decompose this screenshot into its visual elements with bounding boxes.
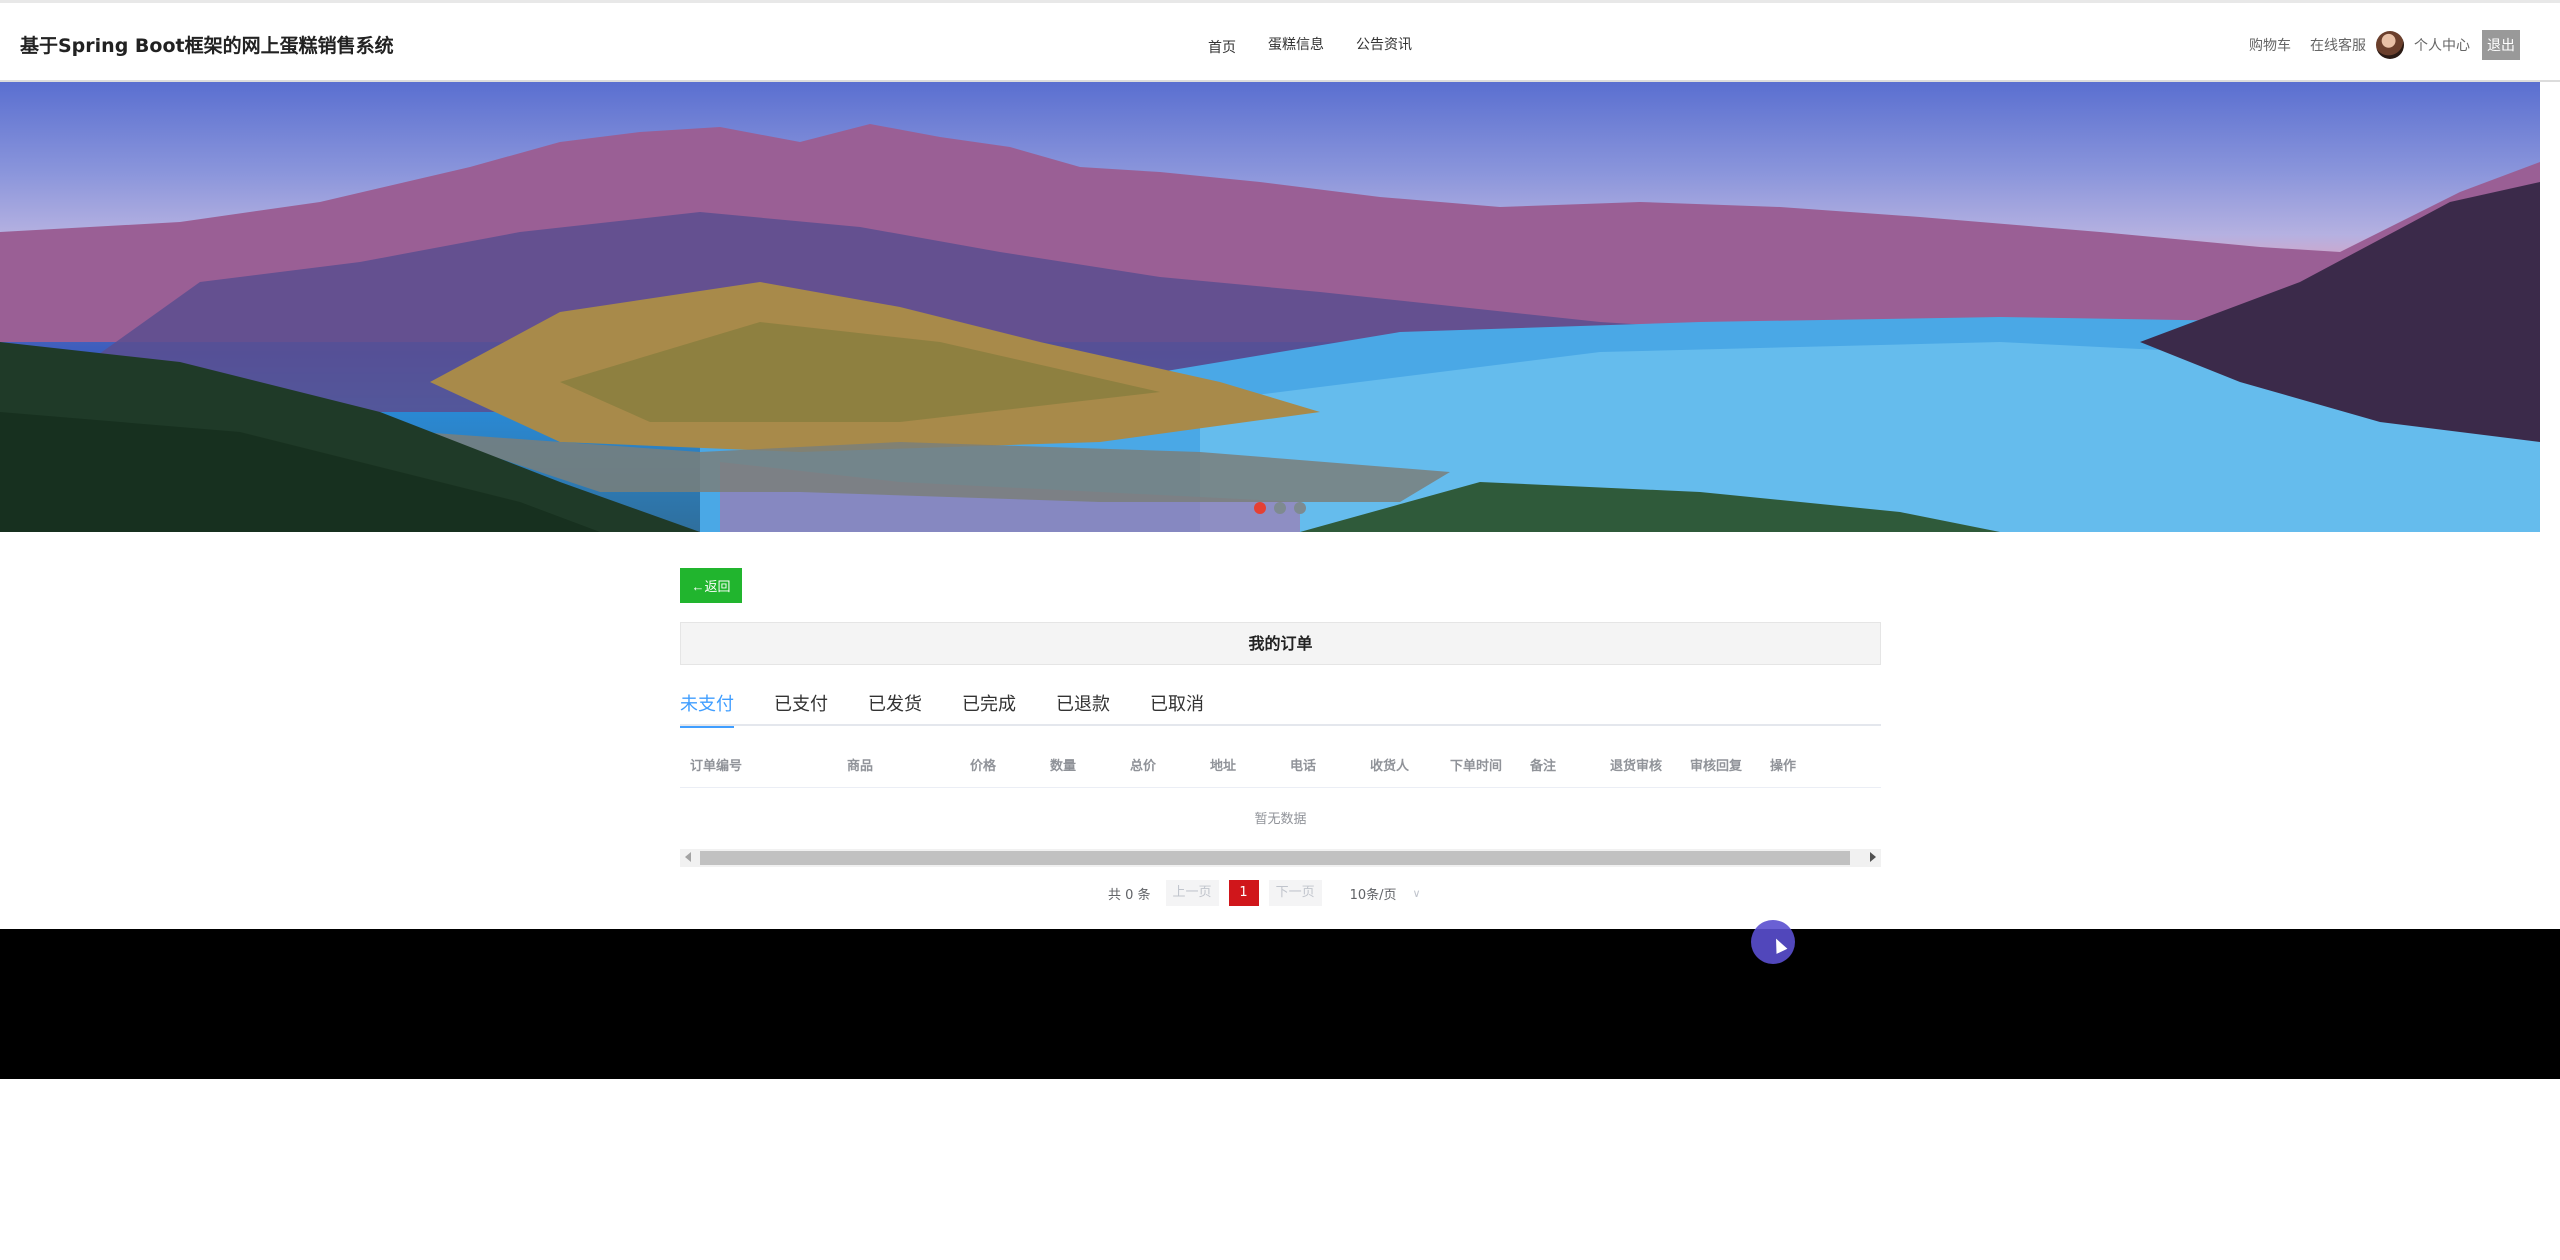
pagination-total: 共 0 条 [1108, 887, 1151, 903]
logout-button[interactable]: 退出 [2482, 30, 2520, 60]
table-horizontal-scrollbar[interactable] [680, 849, 1881, 867]
footer [0, 929, 2560, 1079]
prev-page-button[interactable]: 上一页 [1165, 880, 1219, 906]
site-title: 基于Spring Boot框架的网上蛋糕销售系统 [20, 35, 394, 57]
column-header-quantity: 数量 [1050, 759, 1077, 774]
user-nav: 购物车 在线客服 个人中心 退出 [2230, 30, 2520, 60]
page-size-select[interactable]: 10条/页 ∨ [1350, 884, 1421, 903]
page-size-value: 10条/页 [1349, 887, 1397, 903]
page-title: 我的订单 [680, 622, 1881, 665]
nav-cake-info[interactable]: 蛋糕信息 [1268, 34, 1324, 57]
tab-unpaid[interactable]: 未支付 [680, 690, 734, 728]
next-page-button[interactable]: 下一页 [1268, 880, 1322, 906]
main-nav: 首页 蛋糕信息 公告资讯 [1208, 34, 1444, 57]
tab-refunded[interactable]: 已退款 [1056, 690, 1110, 726]
column-header-receiver: 收货人 [1370, 759, 1410, 774]
column-header-return-review: 退货审核 [1610, 759, 1663, 774]
column-header-order-time: 下单时间 [1450, 759, 1503, 774]
back-button[interactable]: ←返回 [680, 568, 742, 603]
banner-carousel[interactable] [0, 82, 2540, 532]
nav-home[interactable]: 首页 [1208, 37, 1236, 57]
column-header-actions: 操作 [1770, 759, 1797, 774]
column-header-address: 地址 [1210, 759, 1237, 774]
tab-completed[interactable]: 已完成 [962, 690, 1016, 726]
top-navbar: 基于Spring Boot框架的网上蛋糕销售系统 首页 蛋糕信息 公告资讯 购物… [0, 0, 2560, 82]
column-header-review-reply: 审核回复 [1690, 759, 1743, 774]
column-header-order-no: 订单编号 [690, 759, 743, 774]
online-service-link[interactable]: 在线客服 [2310, 35, 2366, 55]
carousel-dot-2[interactable] [1274, 502, 1286, 514]
column-header-remark: 备注 [1530, 759, 1557, 774]
scroll-left-icon[interactable] [685, 852, 691, 862]
avatar[interactable] [2376, 31, 2404, 59]
orders-table-header: 订单编号 商品 价格 数量 总价 地址 电话 收货人 下单时间 备注 退货审核 … [680, 748, 1881, 788]
page-number-button[interactable]: 1 [1228, 880, 1259, 906]
scroll-right-icon[interactable] [1870, 852, 1876, 862]
column-header-phone: 电话 [1290, 759, 1317, 774]
landscape-image [0, 124, 2540, 532]
column-header-total: 总价 [1130, 759, 1157, 774]
column-header-product: 商品 [847, 759, 874, 774]
carousel-dot-1[interactable] [1254, 502, 1266, 514]
carousel-indicators [1254, 502, 1306, 514]
empty-table-text: 暂无数据 [1254, 812, 1307, 827]
scrollbar-thumb[interactable] [700, 851, 1850, 865]
tab-paid[interactable]: 已支付 [774, 690, 828, 726]
chevron-down-icon: ∨ [1412, 886, 1421, 900]
column-header-price: 价格 [970, 759, 997, 774]
tab-shipped[interactable]: 已发货 [868, 690, 922, 726]
nav-announcements[interactable]: 公告资讯 [1356, 34, 1412, 57]
tab-cancelled[interactable]: 已取消 [1150, 690, 1204, 726]
profile-link[interactable]: 个人中心 [2414, 35, 2470, 55]
order-status-tabs: 未支付 已支付 已发货 已完成 已退款 已取消 [680, 690, 1881, 728]
carousel-dot-3[interactable] [1294, 502, 1306, 514]
cart-link[interactable]: 购物车 [2249, 35, 2291, 55]
pagination: 共 0 条 上一页 1 下一页 10条/页 ∨ [1108, 880, 1421, 906]
